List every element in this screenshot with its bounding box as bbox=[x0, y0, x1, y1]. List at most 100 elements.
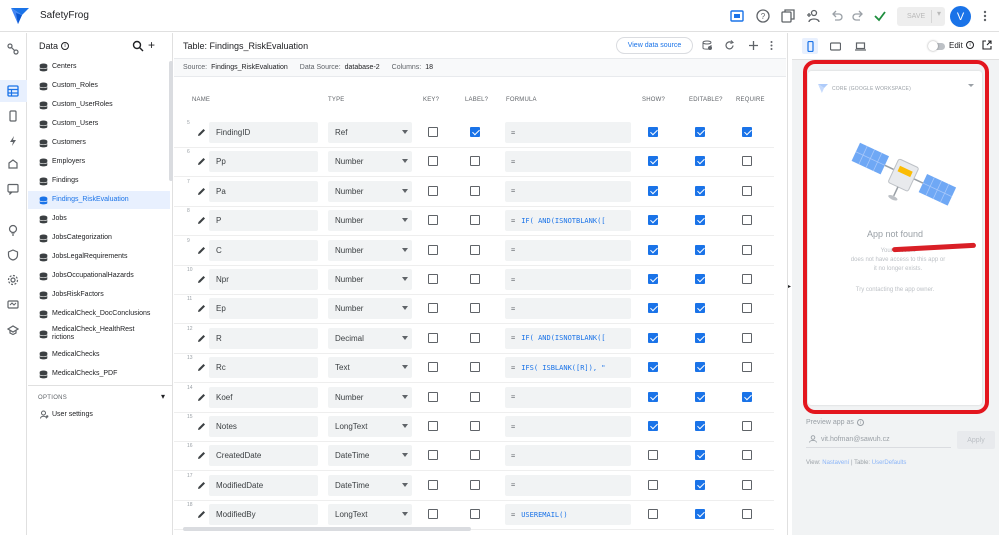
key-checkbox[interactable] bbox=[428, 244, 438, 255]
formula-field[interactable]: = USEREMAIL() bbox=[505, 504, 631, 526]
label-checkbox[interactable] bbox=[470, 391, 480, 402]
share-app-icon[interactable] bbox=[805, 8, 821, 24]
column-name-field[interactable]: Rc bbox=[209, 357, 318, 379]
editable-checkbox[interactable] bbox=[695, 332, 705, 343]
key-checkbox[interactable] bbox=[428, 332, 438, 343]
column-name-field[interactable]: C bbox=[209, 239, 318, 261]
column-name-field[interactable]: P bbox=[209, 210, 318, 232]
column-type-select[interactable]: Number bbox=[328, 298, 412, 320]
redo-icon[interactable] bbox=[850, 8, 866, 24]
column-type-select[interactable]: Text bbox=[328, 357, 412, 379]
label-checkbox[interactable] bbox=[470, 244, 480, 255]
column-type-select[interactable]: Number bbox=[328, 210, 412, 232]
label-checkbox[interactable] bbox=[470, 450, 480, 461]
formula-field[interactable]: = bbox=[505, 386, 631, 408]
save-button[interactable]: SAVE ▾ bbox=[897, 7, 945, 26]
column-type-select[interactable]: Ref bbox=[328, 122, 412, 143]
edit-pencil-icon[interactable] bbox=[197, 128, 206, 137]
show-checkbox[interactable] bbox=[648, 244, 658, 255]
label-checkbox[interactable] bbox=[470, 421, 480, 431]
refresh-icon[interactable] bbox=[723, 39, 736, 52]
key-checkbox[interactable] bbox=[428, 509, 438, 520]
show-checkbox[interactable] bbox=[648, 421, 658, 431]
required-checkbox[interactable] bbox=[742, 244, 752, 255]
edit-pencil-icon[interactable] bbox=[197, 393, 206, 402]
edit-pencil-icon[interactable] bbox=[197, 363, 206, 372]
editable-checkbox[interactable] bbox=[695, 244, 705, 255]
required-checkbox[interactable] bbox=[742, 362, 752, 373]
edit-pencil-icon[interactable] bbox=[197, 246, 206, 255]
label-checkbox[interactable] bbox=[470, 185, 480, 196]
key-checkbox[interactable] bbox=[428, 127, 438, 137]
table-list-item[interactable]: Jobs bbox=[28, 210, 170, 228]
show-checkbox[interactable] bbox=[648, 391, 658, 402]
show-checkbox[interactable] bbox=[648, 185, 658, 196]
column-name-field[interactable]: CreatedDate bbox=[209, 445, 318, 467]
required-checkbox[interactable] bbox=[742, 450, 752, 461]
more-vert-icon[interactable] bbox=[765, 39, 778, 52]
editable-checkbox[interactable] bbox=[695, 127, 705, 137]
automation-bolt-icon[interactable] bbox=[6, 134, 20, 148]
data-table-icon[interactable] bbox=[6, 84, 20, 98]
formula-field[interactable]: = bbox=[505, 416, 631, 437]
required-checkbox[interactable] bbox=[742, 509, 752, 520]
column-name-field[interactable]: FindingID bbox=[209, 122, 318, 143]
key-checkbox[interactable] bbox=[428, 421, 438, 431]
label-checkbox[interactable] bbox=[470, 362, 480, 373]
editable-checkbox[interactable] bbox=[695, 215, 705, 226]
view-link[interactable]: Nastavení bbox=[822, 460, 849, 466]
label-checkbox[interactable] bbox=[470, 303, 480, 314]
formula-field[interactable]: = bbox=[505, 122, 631, 143]
key-checkbox[interactable] bbox=[428, 185, 438, 196]
table-list-item[interactable]: Findings bbox=[28, 172, 170, 190]
label-checkbox[interactable] bbox=[470, 332, 480, 343]
table-list-item[interactable]: MedicalChecks bbox=[28, 346, 170, 364]
preview-email-field[interactable]: vit.hofman@sawuh.cz bbox=[806, 431, 951, 448]
column-name-field[interactable]: ModifiedDate bbox=[209, 474, 318, 496]
key-checkbox[interactable] bbox=[428, 215, 438, 226]
show-checkbox[interactable] bbox=[648, 362, 658, 373]
edit-pencil-icon[interactable] bbox=[197, 334, 206, 343]
column-type-select[interactable]: Number bbox=[328, 151, 412, 173]
show-checkbox[interactable] bbox=[648, 450, 658, 461]
formula-field[interactable]: = IF( AND(ISNOTBLANK([ bbox=[505, 210, 631, 232]
editable-checkbox[interactable] bbox=[695, 362, 705, 373]
horizontal-scrollbar[interactable] bbox=[183, 527, 471, 531]
formula-field[interactable]: = bbox=[505, 298, 631, 320]
edit-pencil-icon[interactable] bbox=[197, 422, 206, 431]
editable-checkbox[interactable] bbox=[695, 479, 705, 490]
show-checkbox[interactable] bbox=[648, 509, 658, 520]
learn-school-icon[interactable] bbox=[6, 323, 20, 337]
edit-pencil-icon[interactable] bbox=[197, 451, 206, 460]
more-vert-icon[interactable] bbox=[977, 8, 993, 24]
view-data-source-button[interactable]: View data source bbox=[616, 37, 693, 54]
desktop-device-icon[interactable] bbox=[852, 38, 868, 54]
open-new-window-icon[interactable] bbox=[982, 40, 992, 50]
table-list-item[interactable]: Custom_Users bbox=[28, 115, 170, 133]
actions-icon[interactable] bbox=[6, 157, 20, 171]
column-name-field[interactable]: Pa bbox=[209, 180, 318, 202]
column-name-field[interactable]: Pp bbox=[209, 151, 318, 173]
help-icon[interactable]: ? bbox=[755, 8, 771, 24]
table-list-item[interactable]: JobsRiskFactors bbox=[28, 286, 170, 304]
table-list-item[interactable]: Custom_UserRoles bbox=[28, 96, 170, 114]
editable-checkbox[interactable] bbox=[695, 391, 705, 402]
label-checkbox[interactable] bbox=[470, 156, 480, 167]
label-checkbox[interactable] bbox=[470, 479, 480, 490]
editable-checkbox[interactable] bbox=[695, 421, 705, 431]
edit-pencil-icon[interactable] bbox=[197, 187, 206, 196]
table-list-item[interactable]: JobsOccupationalHazards bbox=[28, 267, 170, 285]
edit-pencil-icon[interactable] bbox=[197, 304, 206, 313]
editable-checkbox[interactable] bbox=[695, 185, 705, 196]
column-name-field[interactable]: Ep bbox=[209, 298, 318, 320]
phone-views-icon[interactable] bbox=[6, 109, 20, 123]
table-list-item[interactable]: Findings_RiskEvaluation bbox=[28, 191, 170, 209]
label-checkbox[interactable] bbox=[470, 509, 480, 520]
required-checkbox[interactable] bbox=[742, 156, 752, 167]
scrollbar[interactable] bbox=[169, 61, 173, 181]
preview-app-icon[interactable] bbox=[729, 8, 745, 24]
table-list-item[interactable]: MedicalCheck_HealthRestrictions bbox=[28, 323, 170, 345]
info-icon[interactable]: i bbox=[856, 419, 864, 426]
show-checkbox[interactable] bbox=[648, 332, 658, 343]
table-list-item[interactable]: Employers bbox=[28, 153, 170, 171]
